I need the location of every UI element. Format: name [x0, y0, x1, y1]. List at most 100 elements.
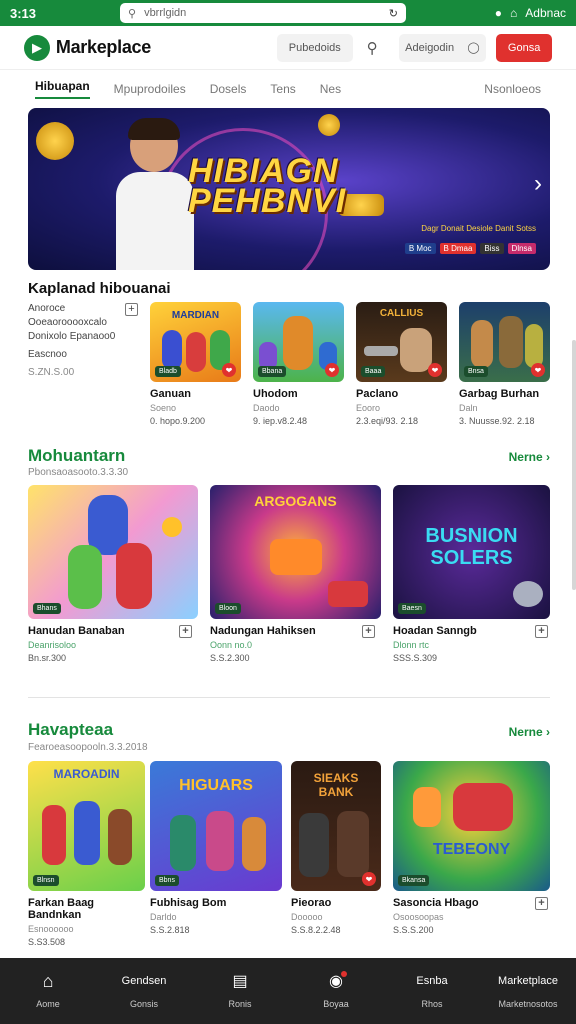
- card-tag: Bloon: [215, 603, 241, 614]
- game-card[interactable]: Bnsa ❤ Garbag Burhan Daln 3. Nuusse.92. …: [459, 302, 550, 426]
- chevron-right-icon[interactable]: ›: [534, 170, 542, 198]
- card-name: Farkan Baag Bandnkan: [28, 897, 95, 921]
- section-1-side-info: Anoroce + Ooeaorooooxcalo Donixolo Epana…: [28, 302, 140, 380]
- card-tag: Bladb: [155, 366, 181, 377]
- heart-icon[interactable]: ❤: [325, 363, 339, 377]
- heart-icon[interactable]: ❤: [428, 363, 442, 377]
- add-icon[interactable]: +: [535, 897, 548, 910]
- game-thumbnail: MAROADIN Blnsn: [28, 761, 145, 891]
- tab-1[interactable]: Mpuprodoiles: [114, 82, 186, 96]
- heart-icon[interactable]: ❤: [222, 363, 236, 377]
- character-figure: [116, 543, 152, 609]
- nav-item-3[interactable]: ▤ Ronis: [192, 973, 288, 1009]
- card-meta: Dooooo: [291, 912, 323, 922]
- card-meta: Daln: [459, 403, 478, 413]
- more-label: Nerne: [508, 725, 543, 739]
- hero-banner[interactable]: HIBIAGN PEHBNVI Dagr Donait Desiole Dani…: [28, 108, 550, 270]
- card-tag: Bbns: [155, 875, 179, 886]
- nav-item-4[interactable]: ◉ Boyaa: [288, 971, 384, 1009]
- nav-top-label: Marketplace: [498, 975, 558, 987]
- side-title: Anoroce: [28, 303, 66, 314]
- nav-item-marketplace[interactable]: Marketplace Marketnosotos: [480, 973, 576, 1009]
- game-thumbnail: HIGUARS Bbns: [150, 761, 282, 891]
- hero-title-line-2: PEHBNVI: [188, 182, 347, 220]
- game-card[interactable]: Bhans Hanudan Banaban + Deanrisoloo Bn.sr…: [28, 485, 198, 663]
- card-meta: Daodo: [253, 403, 280, 413]
- nav-label: Gonsis: [129, 999, 158, 1009]
- nav-item-2[interactable]: Gendsen Gonsis: [96, 973, 192, 1009]
- game-card[interactable]: MAROADIN Blnsn Farkan Baag Bandnkan Esno…: [28, 761, 145, 947]
- hero-tag[interactable]: B Moc: [404, 243, 436, 254]
- tab-0[interactable]: Hibuapan: [35, 79, 90, 99]
- side-line-2: Donixolo Epanaoo0: [28, 331, 116, 342]
- scrollbar[interactable]: [572, 340, 576, 590]
- character-figure: [499, 316, 523, 368]
- card-price: SSS.S.309: [393, 653, 438, 663]
- game-card[interactable]: TEBEONY Bkansa Sasoncia Hbago + Osoosoopa…: [393, 761, 550, 935]
- game-card[interactable]: Bbana ❤ Uhodom Daodo 9. iep.v8.2.48: [253, 302, 344, 426]
- hero-tag[interactable]: Dlnsa: [507, 243, 536, 254]
- search-icon[interactable]: ⚲: [367, 39, 387, 57]
- card-tag: Baesn: [398, 603, 426, 614]
- status-time: 3:13: [10, 5, 37, 21]
- more-label: Nerne: [508, 450, 543, 464]
- hero-promo: Dagr Donait Desiole Danit Sotss: [421, 224, 536, 233]
- add-icon[interactable]: +: [362, 625, 375, 638]
- card-meta: Oonn no.0: [210, 640, 253, 650]
- card-tag: Bkansa: [398, 875, 430, 886]
- game-card[interactable]: MARDIAN Bladb ❤ Ganuan Soeno 0. hopo.9.2…: [150, 302, 241, 426]
- card-name: Nadungan Hahiksen +: [210, 625, 381, 638]
- section-2-more-link[interactable]: Nerne ›: [509, 450, 550, 464]
- block-shape: [328, 581, 368, 607]
- game-card[interactable]: BUSNION SOLERS Baesn Hoadan Sanngb + Dlon…: [393, 485, 550, 663]
- character-figure: [242, 817, 266, 871]
- hero-tag[interactable]: Biss: [480, 243, 504, 254]
- status-right-text: Adbnac: [525, 6, 566, 20]
- game-card[interactable]: CALLIUS Baaa ❤ Paclano Eooro 2.3.eqi/93.…: [356, 302, 447, 426]
- section-3-more-link[interactable]: Nerne ›: [509, 725, 550, 739]
- card-tag: Bbana: [258, 366, 287, 377]
- bottom-navigation: ⌂ Aome Gendsen Gonsis ▤ Ronis ◉ Boyaa Es…: [0, 958, 576, 1024]
- helmet-shape: [513, 581, 543, 607]
- game-thumbnail: Bbana ❤: [253, 302, 344, 382]
- header-cta-button[interactable]: Gonsa: [496, 33, 553, 62]
- url-bar[interactable]: ⚲ vbrrlgidn ↻: [120, 3, 406, 23]
- card-price: S.S3.508: [28, 937, 66, 947]
- add-icon[interactable]: +: [179, 625, 192, 638]
- game-card[interactable]: ARGOGANS Bloon Nadungan Hahiksen + Oonn n…: [210, 485, 381, 663]
- thumb-text: MARDIAN: [171, 310, 220, 321]
- app-logo-text[interactable]: Markeplace: [56, 37, 151, 58]
- card-name: Pieorao: [291, 897, 332, 909]
- card-price: 9. iep.v8.2.48: [253, 416, 308, 426]
- game-card[interactable]: SIEAKS BANK ❤ Pieorao Dooooo S.S.8.2.2.4…: [291, 761, 381, 935]
- thumb-text: BUSNION SOLERS: [425, 525, 518, 569]
- card-meta: Eooro: [356, 403, 381, 413]
- tab-2[interactable]: Dosels: [210, 82, 247, 96]
- tab-4[interactable]: Nes: [320, 82, 341, 96]
- hero-tag[interactable]: B Dmaa: [439, 243, 477, 254]
- logo-icon[interactable]: ▶: [24, 34, 50, 61]
- add-icon[interactable]: +: [535, 625, 548, 638]
- nav-top-label: Gendsen: [121, 975, 167, 987]
- card-price: S.S.8.2.2.48: [291, 925, 341, 935]
- card-meta: Esnoooooo: [28, 924, 74, 934]
- header-button-2[interactable]: Adeigodin ◯: [398, 33, 487, 62]
- nav-item-home[interactable]: ⌂ Aome: [0, 971, 96, 1010]
- card-meta: Soeno: [150, 403, 177, 413]
- heart-icon[interactable]: ❤: [362, 872, 376, 886]
- heart-icon[interactable]: ❤: [531, 363, 545, 377]
- nav-label: Ronis: [228, 999, 252, 1009]
- game-card[interactable]: HIGUARS Bbns Fubhisag Bom Darldo S.S.2.8…: [150, 761, 282, 935]
- card-meta: Darldo: [150, 912, 177, 922]
- game-thumbnail: Bnsa ❤: [459, 302, 550, 382]
- nav-label: Marketnosotos: [498, 999, 558, 1009]
- add-icon[interactable]: +: [125, 303, 138, 316]
- card-price: 3. Nuusse.92. 2.18: [459, 416, 535, 426]
- character-body: [116, 172, 194, 270]
- camera-icon: ◉: [329, 971, 347, 990]
- tab-right[interactable]: Nsonloeos: [484, 82, 541, 96]
- tab-3[interactable]: Tens: [270, 82, 295, 96]
- header-button-1[interactable]: Pubedoids: [276, 33, 353, 62]
- nav-item-5[interactable]: Esnba Rhos: [384, 973, 480, 1009]
- reload-icon[interactable]: ↻: [389, 7, 398, 20]
